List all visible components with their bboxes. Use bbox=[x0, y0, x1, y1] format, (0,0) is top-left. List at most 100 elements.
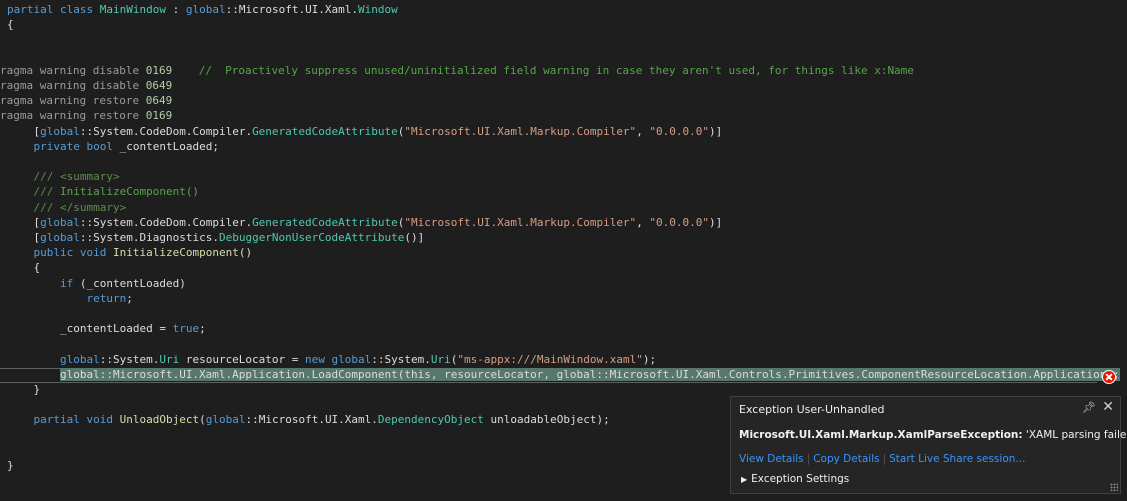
code-token: new bbox=[305, 352, 332, 366]
code-token: ::System.CodeDom.Compiler. bbox=[79, 215, 253, 229]
code-token: 0169 bbox=[145, 109, 173, 123]
code-token: } bbox=[7, 383, 41, 396]
code-token: InitializeComponent bbox=[112, 246, 239, 260]
code-token: return bbox=[7, 291, 127, 305]
code-token: { bbox=[7, 18, 14, 32]
code-token: /// <summary> bbox=[7, 170, 120, 184]
code-token: ; bbox=[199, 322, 206, 336]
code-token: () bbox=[238, 246, 253, 260]
code-line: /// <summary> bbox=[7, 169, 120, 184]
code-token: "Microsoft.UI.Xaml.Markup.Compiler" bbox=[404, 215, 637, 229]
code-token: ::System. bbox=[371, 352, 431, 366]
code-token: , bbox=[636, 124, 643, 138]
code-token: (_contentLoaded) bbox=[79, 276, 186, 290]
code-token: ragma warning restore bbox=[0, 109, 146, 123]
code-token: ; bbox=[126, 291, 133, 305]
code-line: /// </summary> bbox=[7, 200, 126, 215]
code-line: public void InitializeComponent() bbox=[7, 245, 252, 260]
code-line: _contentLoaded = true; bbox=[7, 321, 206, 336]
code-token: /// </summary> bbox=[7, 200, 127, 214]
code-token: ::System.Diagnostics. bbox=[79, 231, 219, 244]
code-token: )] bbox=[709, 124, 723, 138]
exception-settings-expander[interactable]: ▶ Exception Settings bbox=[741, 473, 849, 485]
code-token: ragma warning disable bbox=[0, 63, 146, 77]
popup-links: View Details | Copy Details | Start Live Sha… bbox=[739, 453, 1025, 465]
close-icon[interactable]: ✕ bbox=[1102, 399, 1114, 415]
exception-popup: Exception User-Unhandled 📌︎ ✕ Microsoft.… bbox=[730, 396, 1127, 494]
code-line: ragma warning disable 0169 // Proactivel… bbox=[0, 63, 914, 78]
exception-text: 'XAML parsing failed.' bbox=[1025, 429, 1127, 441]
code-token: void bbox=[86, 413, 120, 427]
code-token: true bbox=[172, 322, 200, 336]
popup-title: Exception User-Unhandled bbox=[739, 403, 885, 416]
code-token: MainWindow bbox=[99, 3, 166, 16]
code-line: /// InitializeComponent() bbox=[7, 184, 199, 199]
code-token: ()] bbox=[404, 231, 425, 244]
code-token: public bbox=[7, 246, 80, 260]
code-token: GeneratedCodeAttribute bbox=[252, 124, 398, 138]
code-line: ragma warning disable 0649 bbox=[0, 78, 172, 93]
code-token: global bbox=[40, 231, 80, 244]
code-token: Window bbox=[358, 3, 398, 16]
code-token: unloadableObject); bbox=[490, 413, 610, 427]
code-line: [global::System.Diagnostics.DebuggerNonU… bbox=[7, 230, 424, 245]
code-token: )] bbox=[709, 215, 723, 229]
code-token: DependencyObject bbox=[377, 413, 491, 427]
code-line: { bbox=[7, 17, 14, 32]
resize-grip-icon[interactable] bbox=[1110, 483, 1118, 491]
code-line: [global::System.CodeDom.Compiler.Generat… bbox=[7, 124, 722, 139]
code-token: ::System. bbox=[99, 352, 160, 366]
code-token: class bbox=[59, 3, 100, 16]
code-token: [ bbox=[7, 215, 41, 229]
code-token: ::Microsoft.UI.Xaml. bbox=[245, 413, 378, 427]
code-token: GeneratedCodeAttribute bbox=[252, 215, 398, 229]
code-token: if bbox=[7, 276, 80, 290]
code-token: /// bbox=[7, 185, 60, 199]
code-token: _contentLoaded = bbox=[7, 322, 173, 336]
code-token: } bbox=[7, 459, 14, 472]
code-token: "ms-appx:///MainWindow.xaml" bbox=[457, 352, 643, 366]
copy-details-link[interactable]: Copy Details bbox=[813, 453, 879, 465]
code-line: if (_contentLoaded) bbox=[7, 276, 186, 291]
link-separator: | bbox=[806, 453, 811, 465]
code-token: partial bbox=[7, 3, 60, 16]
code-token: global::Microsoft.UI.Xaml.Application.Lo… bbox=[59, 367, 1120, 381]
code-token: global bbox=[40, 124, 80, 138]
expand-triangle-icon: ▶ bbox=[741, 475, 748, 484]
code-token: Uri bbox=[430, 352, 451, 366]
code-token: DebuggerNonUserCodeAttribute bbox=[218, 231, 405, 244]
code-line: } bbox=[7, 458, 14, 473]
code-line: [global::System.CodeDom.Compiler.Generat… bbox=[7, 215, 722, 230]
code-token: ::System.CodeDom.Compiler. bbox=[79, 124, 253, 138]
link-separator: | bbox=[882, 453, 887, 465]
code-token: global bbox=[331, 352, 372, 366]
code-token: Uri bbox=[159, 352, 186, 366]
code-token: , bbox=[636, 215, 643, 229]
view-details-link[interactable]: View Details bbox=[739, 453, 804, 465]
code-token: 0649 bbox=[145, 94, 173, 108]
code-token: resourceLocator = bbox=[185, 352, 306, 366]
code-token: global bbox=[40, 215, 80, 229]
code-line: ragma warning restore 0649 bbox=[0, 93, 172, 108]
code-token: [ bbox=[7, 124, 41, 138]
code-token: [ bbox=[7, 231, 41, 244]
error-icon[interactable] bbox=[1102, 370, 1116, 384]
code-token: "Microsoft.UI.Xaml.Markup.Compiler" bbox=[404, 124, 637, 138]
code-line: partial class MainWindow : global::Micro… bbox=[7, 2, 398, 17]
code-token: ( bbox=[199, 413, 206, 427]
code-token: _contentLoaded; bbox=[119, 139, 219, 153]
code-token: "0.0.0.0" bbox=[642, 215, 710, 229]
code-token: { bbox=[7, 261, 41, 275]
code-token: UnloadObject bbox=[119, 413, 200, 427]
live-share-link[interactable]: Start Live Share session... bbox=[889, 453, 1025, 465]
code-token: ); bbox=[642, 352, 657, 366]
code-token: partial bbox=[7, 413, 87, 427]
code-token: ragma warning restore bbox=[0, 94, 146, 108]
code-token: 0649 bbox=[145, 79, 173, 92]
pin-icon[interactable]: 📌︎ bbox=[1082, 401, 1096, 414]
code-token: global bbox=[7, 352, 100, 366]
code-token: void bbox=[79, 246, 113, 260]
code-line: ragma warning restore 0169 bbox=[0, 108, 172, 123]
code-token: global bbox=[185, 3, 226, 16]
